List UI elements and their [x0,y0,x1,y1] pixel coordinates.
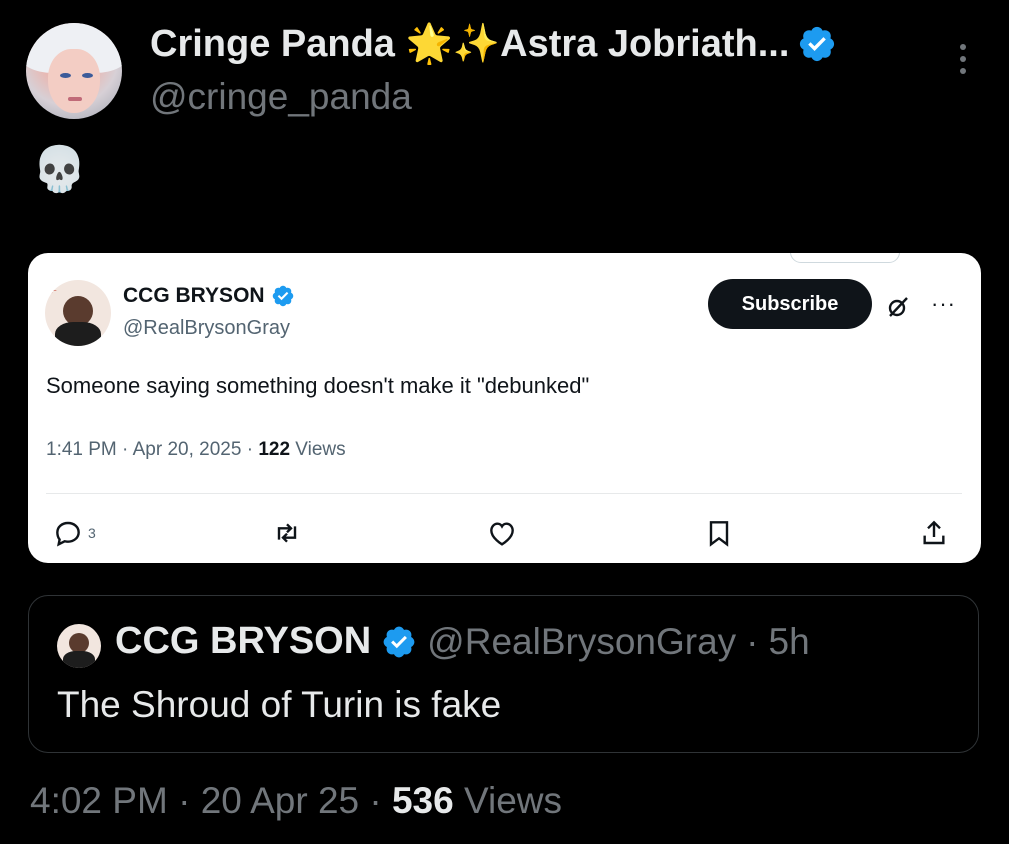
verified-badge-icon[interactable] [797,24,837,64]
avatar-lip [68,97,82,101]
post-time[interactable]: 4:02 PM [30,780,168,821]
author-avatar[interactable] [26,23,122,119]
avatar-shirt [63,651,95,668]
embedded-screenshot: ⌐ CCG BRYSON @RealBrysonGray Subscribe ·… [28,253,981,563]
avatar-eye [60,73,71,78]
post-body: 💀 [32,145,87,194]
quoted-avatar[interactable] [57,624,101,668]
post-meta: 4:02 PM · 20 Apr 25 · 536 Views [30,780,562,822]
screenshot-views-count: 122 [258,439,291,460]
screenshot-meta: 1:41 PM · Apr 20, 2025 · 122 Views [46,439,346,461]
reply-count: 3 [88,525,96,541]
meta-separator: · [122,439,133,460]
screenshot-name-text: CCG BRYSON [123,284,265,307]
author-name-text[interactable]: Cringe Panda 🌟✨Astra Jobriath... [150,22,789,66]
reply-icon [56,521,80,547]
meta-separator: · [246,439,259,460]
quoted-age[interactable]: 5h [769,621,810,663]
avatar-shirt [55,322,101,346]
bookmark-icon [709,521,729,547]
verified-badge-icon [383,626,415,657]
author-display-name[interactable]: Cringe Panda 🌟✨Astra Jobriath... [150,22,837,66]
screenshot-time: 1:41 PM [46,439,117,460]
avatar-eye [82,73,93,78]
share-action [918,515,950,551]
avatar-mark: ⌐ [51,286,57,297]
quoted-header: CCG BRYSON @RealBrysonGray · 5h [115,620,810,663]
post-views-count: 536 [391,780,454,821]
author-handle[interactable]: @cringe_panda [150,76,412,118]
meta-separator: · [178,780,201,821]
more-horizontal-icon: ··· [931,291,956,316]
reply-action: 3 [52,515,96,551]
screenshot-avatar: ⌐ [45,280,111,346]
quoted-text: The Shroud of Turin is fake [57,684,502,725]
like-action [486,515,518,551]
retweet-action [270,515,304,551]
meta-separator: · [746,620,759,662]
meta-separator: · [369,780,392,821]
screenshot-date: Apr 20, 2025 [132,439,242,460]
screenshot-handle: @RealBrysonGray [123,317,291,339]
like-icon [490,522,514,546]
bookmark-action [703,515,735,551]
divider [46,493,962,494]
share-icon [923,520,945,545]
screenshot-display-name: CCG BRYSON [123,284,295,308]
screenshot-tweet-text: Someone saying something doesn't make it… [46,373,590,398]
card-tab-decoration [790,253,900,263]
avatar-face [48,49,100,113]
post-date[interactable]: 20 Apr 25 [201,780,359,821]
grok-icon [888,297,908,317]
quoted-handle[interactable]: @RealBrysonGray [427,621,736,663]
screenshot-views-label: Views [295,439,346,460]
avatar-person [69,633,89,653]
more-options-icon[interactable] [955,44,971,80]
post-views-label: Views [464,780,563,821]
quoted-tweet[interactable]: CCG BRYSON @RealBrysonGray · 5h The Shro… [28,595,979,753]
quoted-display-name[interactable]: CCG BRYSON [115,620,371,663]
subscribe-button: Subscribe [708,279,872,329]
verified-badge-icon [272,285,293,307]
retweet-icon [277,523,297,543]
